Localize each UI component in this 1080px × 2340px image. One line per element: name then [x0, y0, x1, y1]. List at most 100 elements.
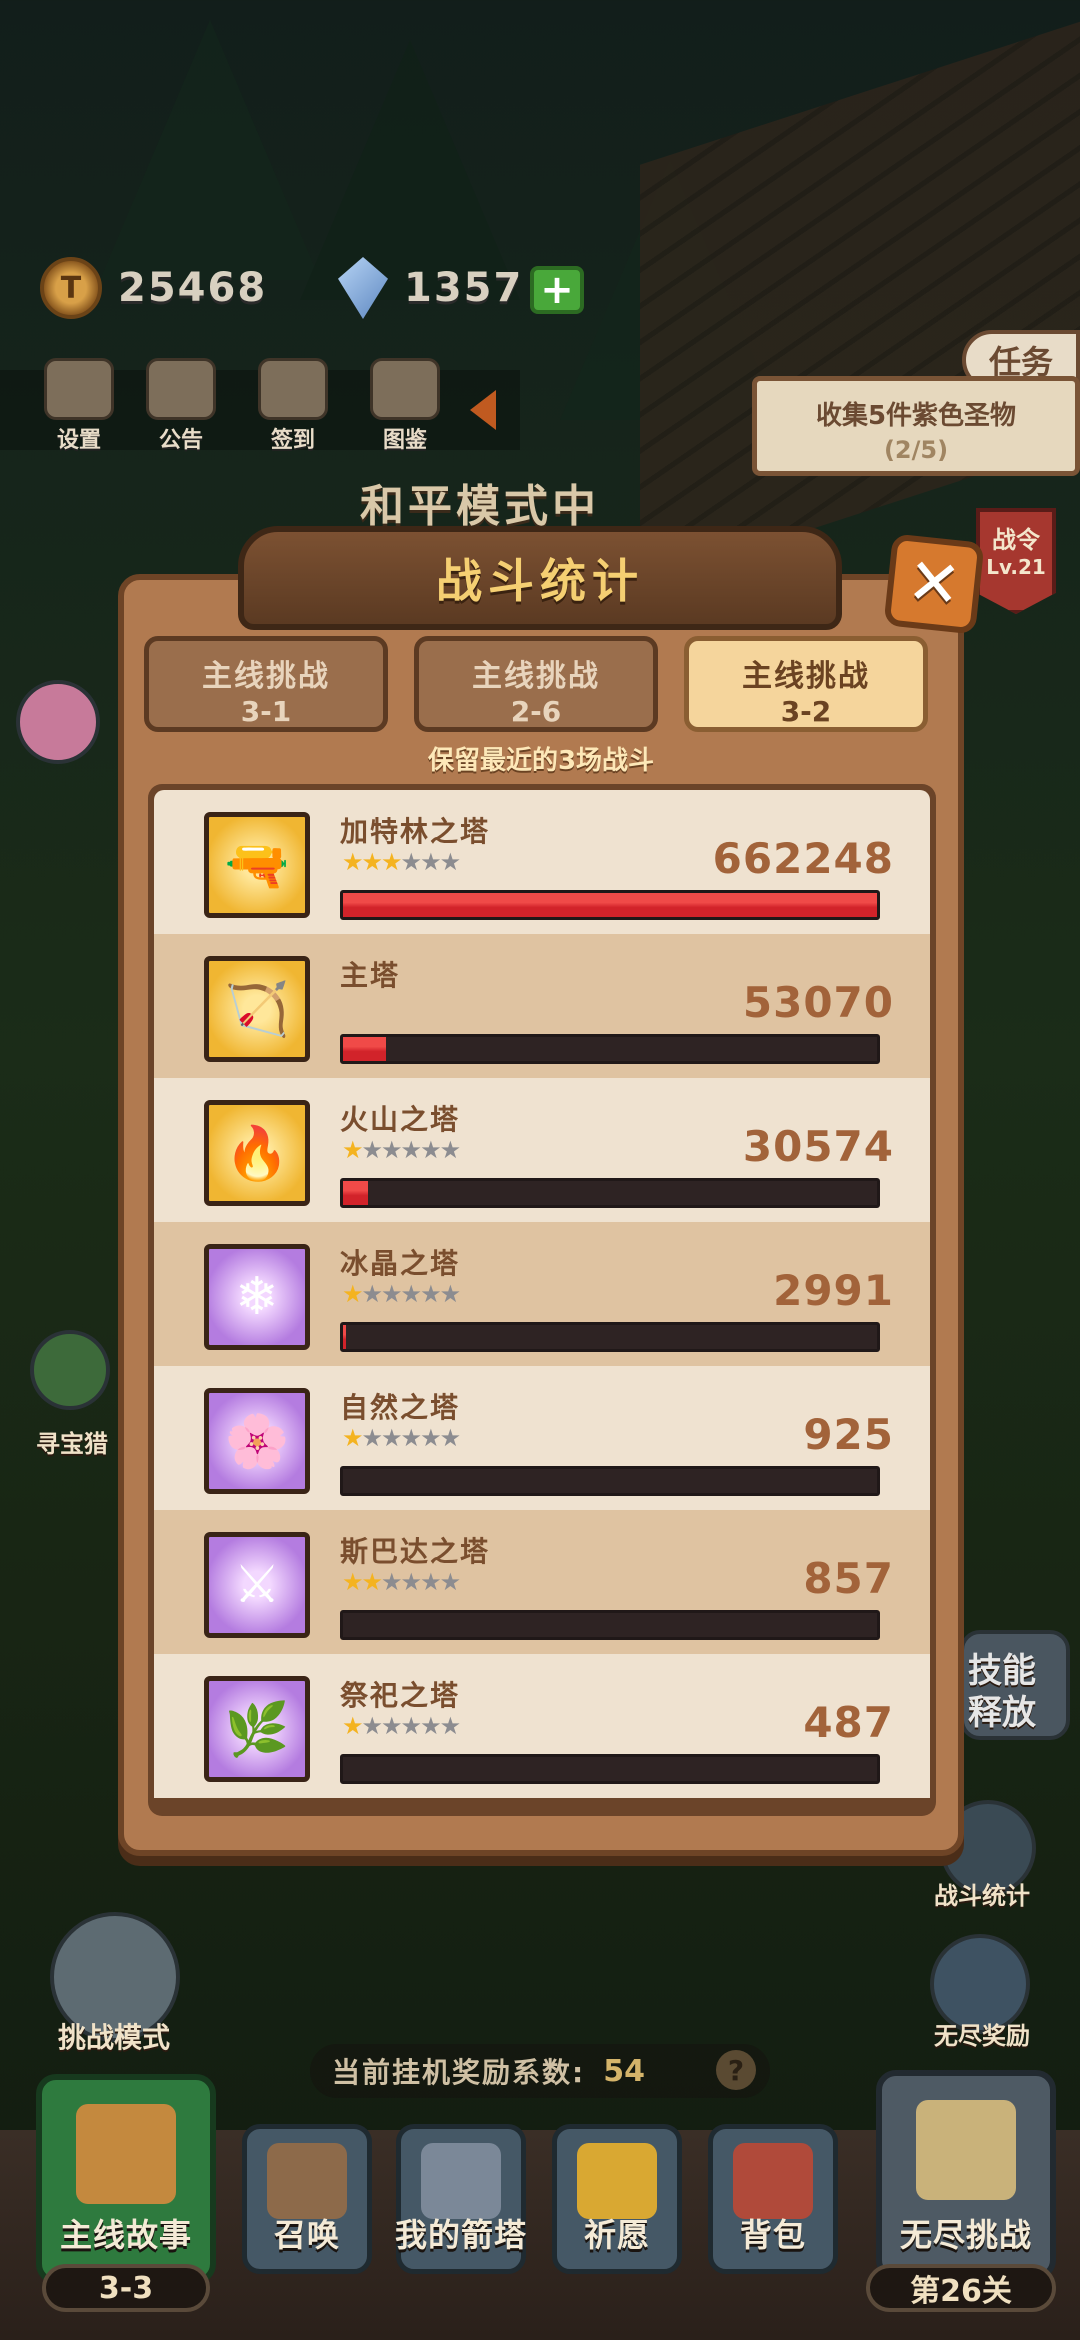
damage-bar-fill: [343, 1181, 368, 1205]
tab-battle-1[interactable]: 主线挑战 3-1: [144, 636, 388, 732]
gem-resource: 1357: [338, 255, 523, 321]
star-icon: ★: [439, 1280, 461, 1308]
star-rating: ★★★★★★: [342, 848, 461, 876]
tower-name: 主塔: [340, 959, 401, 992]
modal-title: 战斗统计: [436, 554, 644, 608]
star-icon: ★: [439, 848, 461, 876]
star-emblem-icon: [577, 2143, 657, 2219]
star-icon: ★: [420, 848, 441, 876]
tower-icon: [421, 2143, 501, 2219]
star-icon: ★: [420, 1568, 441, 1596]
tower-name: 祭祀之塔: [340, 1679, 461, 1712]
star-icon: ★: [400, 1712, 422, 1740]
star-icon: ★: [420, 1280, 441, 1308]
peace-mode-text: 和平模式中: [360, 481, 600, 532]
star-icon: ★: [439, 1568, 461, 1596]
star-icon: ★: [361, 1136, 383, 1164]
announcement-label: 公告: [158, 428, 203, 453]
damage-list[interactable]: 🔫 加特林之塔 ★★★★★★ 662248 🏹 主塔 53070 🔥 火山之塔 ★★★★★★ 305…: [154, 790, 930, 1810]
battle-stats-label: 战斗统计: [934, 1882, 1030, 1910]
star-icon: ★: [342, 1712, 363, 1740]
tower-damage-row: ⚔ 斯巴达之塔 ★★★★★★ 857: [154, 1510, 930, 1654]
damage-bar-fill: [343, 893, 877, 917]
gold-amount: 25468: [118, 265, 268, 311]
idle-reward-bar: 当前挂机奖励系数: 54: [310, 2044, 770, 2098]
damage-bar-fill: [343, 1037, 386, 1061]
tab-title: 主线挑战: [742, 659, 870, 694]
star-icon: ★: [420, 1136, 441, 1164]
damage-bar: [340, 1034, 880, 1064]
star-icon: ★: [400, 848, 422, 876]
close-button[interactable]: ✕: [883, 533, 985, 635]
modal-title-plate: 战斗统计: [238, 526, 842, 630]
star-icon: ★: [361, 1568, 383, 1596]
damage-value: 30574: [742, 1122, 894, 1171]
codex-button[interactable]: 图鉴: [360, 358, 450, 454]
checkin-button[interactable]: 签到: [248, 358, 338, 454]
scroll-icon: [146, 358, 216, 420]
star-rating: ★★★★★★: [342, 1136, 461, 1164]
gem-amount: 1357: [404, 265, 524, 311]
damage-bar: [340, 1178, 880, 1208]
my-towers-label: 我的箭塔: [394, 2216, 527, 2254]
quill-icon: [258, 358, 328, 420]
battle-pass-title: 战令: [992, 526, 1040, 554]
add-gems-button[interactable]: +: [530, 266, 584, 314]
task-board[interactable]: 收集5件紫色圣物 (2/5): [752, 376, 1080, 476]
settings-button[interactable]: 设置: [34, 358, 124, 454]
flower-creature-icon: [16, 680, 100, 764]
tower-portrait-icon: ❄: [204, 1244, 310, 1350]
star-icon: ★: [342, 1280, 363, 1308]
star-rating: ★★★★★★: [342, 1424, 461, 1452]
help-icon[interactable]: ?: [716, 2050, 756, 2090]
damage-value: 662248: [712, 834, 894, 883]
settings-label: 设置: [56, 428, 101, 453]
announcement-button[interactable]: 公告: [136, 358, 226, 454]
tower-damage-row: 🔫 加特林之塔 ★★★★★★ 662248: [154, 790, 930, 934]
summon-label: 召唤: [273, 2216, 340, 2254]
tower-name: 冰晶之塔: [340, 1247, 461, 1280]
star-icon: ★: [400, 1568, 422, 1596]
star-icon: ★: [400, 1136, 422, 1164]
task-progress: (2/5): [883, 436, 949, 464]
tower-name: 自然之塔: [340, 1391, 461, 1424]
star-icon: ★: [420, 1712, 441, 1740]
idle-reward-label: 当前挂机奖励系数:: [332, 2056, 586, 2089]
tower-name: 加特林之塔: [340, 815, 491, 848]
star-icon: ★: [439, 1136, 461, 1164]
main-story-label: 主线故事: [59, 2216, 192, 2254]
damage-value: 925: [803, 1410, 894, 1459]
collapse-menu-arrow-icon[interactable]: [470, 390, 496, 430]
close-icon: ✕: [903, 544, 965, 624]
damage-value: 857: [803, 1554, 894, 1603]
story-book-icon: [76, 2104, 176, 2204]
star-icon: ★: [381, 1424, 402, 1452]
winged-sword-icon: [916, 2100, 1016, 2200]
star-icon: ★: [361, 1424, 383, 1452]
star-rating: ★★★★★★: [342, 1280, 461, 1308]
tower-damage-row: 🔥 火山之塔 ★★★★★★ 30574: [154, 1078, 930, 1222]
treasure-hunter-icon[interactable]: [30, 1330, 110, 1410]
tower-portrait-icon: 🌸: [204, 1388, 310, 1494]
damage-bar: [340, 1610, 880, 1640]
battle-pass-button[interactable]: 战令 Lv.21: [976, 508, 1056, 614]
damage-value: 2991: [773, 1266, 894, 1315]
tower-portrait-icon: 🔥: [204, 1100, 310, 1206]
gem-icon: [338, 257, 388, 319]
damage-bar-fill: [343, 1325, 346, 1349]
tower-name: 斯巴达之塔: [340, 1535, 491, 1568]
tower-damage-row: ❄ 冰晶之塔 ★★★★★★ 2991: [154, 1222, 930, 1366]
tower-portrait-icon: 🌿: [204, 1676, 310, 1782]
star-icon: ★: [342, 1136, 363, 1164]
star-icon: ★: [361, 1280, 383, 1308]
tab-battle-2[interactable]: 主线挑战 2-6: [414, 636, 658, 732]
star-icon: ★: [439, 1712, 461, 1740]
star-icon: ★: [361, 1712, 383, 1740]
tab-title: 主线挑战: [472, 659, 600, 694]
star-rating: ★★★★★★: [342, 1712, 461, 1740]
coin-icon: T: [40, 257, 102, 319]
treasure-hunt-label: 寻宝猎: [36, 1430, 108, 1458]
gear-icon: [44, 358, 114, 420]
tab-battle-3[interactable]: 主线挑战 3-2: [684, 636, 928, 732]
star-icon: ★: [381, 848, 402, 876]
